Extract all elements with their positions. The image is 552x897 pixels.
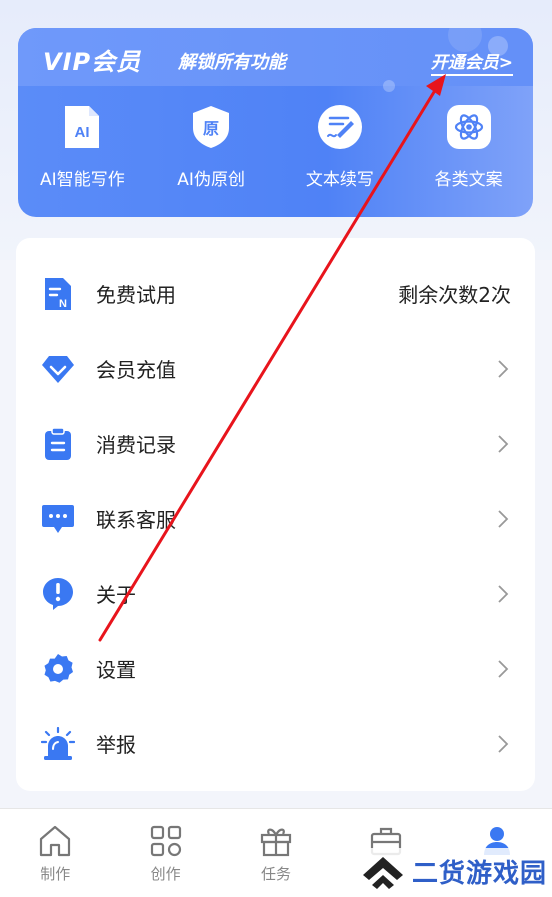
menu-item-recharge[interactable]: 会员充值 — [16, 331, 535, 406]
menu-item-label: 消费记录 — [96, 433, 176, 457]
feature-copywriting[interactable]: 各类文案 — [409, 103, 529, 213]
menu-list: N 免费试用 剩余次数2次 会员充值 消费记录 联系客服 关于 设置 举报 — [16, 238, 535, 791]
chevron-right-icon — [498, 659, 509, 678]
remaining-count: 剩余次数2次 — [398, 283, 511, 307]
nav-label: 任务 — [261, 865, 292, 883]
diamond-icon — [40, 351, 76, 387]
nav-label: 创作 — [150, 865, 181, 883]
feature-text-continue[interactable]: 文本续写 — [280, 103, 400, 213]
feature-label: 文本续写 — [305, 170, 374, 190]
menu-item-label: 会员充值 — [96, 358, 176, 382]
vip-card[interactable]: VIP会员 解锁所有功能 开通会员> AI AI智能写作 原 AI伪原创 文本续… — [18, 28, 533, 217]
open-membership-link[interactable]: 开通会员> — [430, 48, 513, 76]
chevron-right-icon — [498, 584, 509, 603]
menu-item-customer-service[interactable]: 联系客服 — [16, 481, 535, 556]
vip-features: AI AI智能写作 原 AI伪原创 文本续写 各类文案 — [18, 103, 533, 213]
menu-item-label: 免费试用 — [96, 283, 176, 307]
feature-label: AI伪原创 — [177, 170, 245, 190]
watermark-text: 二货游戏园 — [412, 858, 548, 889]
menu-item-about[interactable]: 关于 — [16, 556, 535, 631]
chevron-right-icon — [498, 434, 509, 453]
menu-item-label: 设置 — [96, 658, 136, 682]
site-watermark: 二货游戏园 — [360, 848, 548, 894]
feature-ai-rewrite[interactable]: 原 AI伪原创 — [151, 103, 271, 213]
svg-text:原: 原 — [203, 119, 219, 138]
svg-text:N: N — [59, 298, 67, 310]
original-shield-icon: 原 — [187, 103, 235, 151]
menu-item-report[interactable]: 举报 — [16, 706, 535, 781]
gear-icon — [40, 651, 76, 687]
ai-doc-icon: AI — [58, 103, 106, 151]
menu-item-free-trial[interactable]: N 免费试用 剩余次数2次 — [16, 256, 535, 331]
pen-writing-icon — [316, 103, 364, 151]
svg-text:AI: AI — [75, 124, 90, 141]
home-icon — [40, 825, 71, 857]
atom-icon — [445, 103, 493, 151]
gift-icon — [260, 828, 292, 857]
grid-apps-icon — [150, 825, 181, 857]
chevron-right-icon — [498, 734, 509, 753]
vip-subtitle: 解锁所有功能 — [178, 52, 286, 73]
menu-item-label: 联系客服 — [96, 508, 176, 532]
chat-bubble-icon — [40, 501, 76, 537]
nav-tab-create[interactable]: 创作 — [110, 809, 220, 897]
double-chevron-logo-icon — [363, 857, 403, 889]
menu-item-label: 关于 — [96, 583, 136, 607]
chevron-right-icon — [498, 509, 509, 528]
nav-tab-tasks[interactable]: 任务 — [221, 809, 331, 897]
menu-item-consumption[interactable]: 消费记录 — [16, 406, 535, 481]
vip-title: VIP会员 — [43, 48, 142, 76]
info-exclamation-icon — [40, 576, 76, 612]
feature-label: 各类文案 — [434, 170, 503, 190]
nav-label: 制作 — [40, 865, 71, 883]
decor-bubble — [383, 80, 395, 92]
document-n-icon: N — [40, 276, 76, 312]
chevron-right-icon — [498, 359, 509, 378]
clipboard-icon — [40, 426, 76, 462]
menu-item-settings[interactable]: 设置 — [16, 631, 535, 706]
feature-ai-writing[interactable]: AI AI智能写作 — [22, 103, 142, 213]
menu-item-label: 举报 — [96, 733, 136, 757]
alarm-siren-icon — [40, 726, 76, 762]
nav-tab-make[interactable]: 制作 — [0, 809, 110, 897]
feature-label: AI智能写作 — [40, 170, 125, 190]
